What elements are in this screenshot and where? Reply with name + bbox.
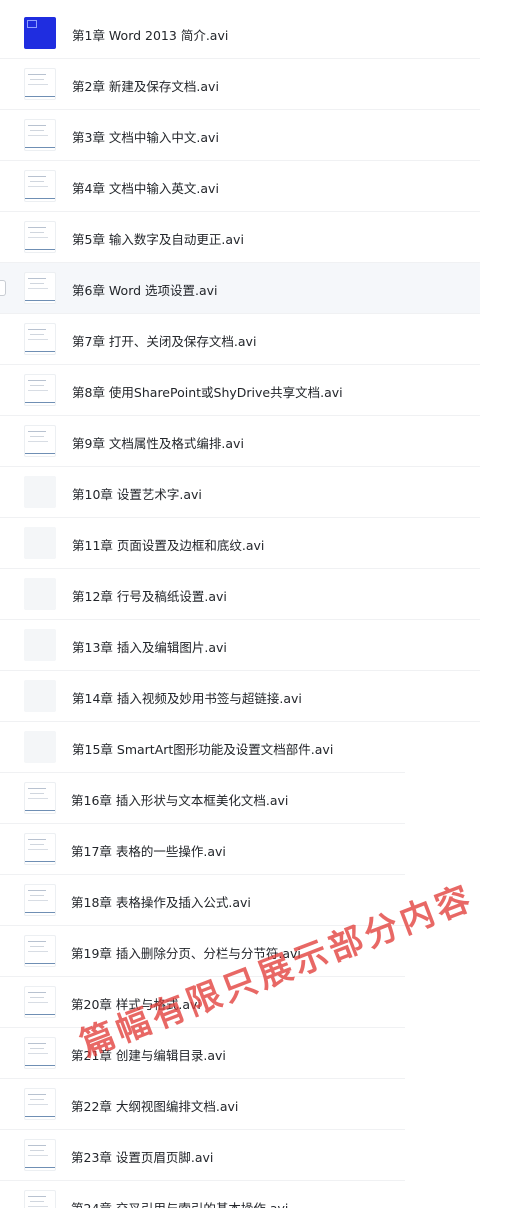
file-name: 第3章 文档中输入中文.avi [72, 130, 219, 145]
file-row[interactable]: 第24章 交叉引用与索引的基本操作.avi [0, 1181, 405, 1208]
file-row[interactable]: 第18章 表格操作及插入公式.avi [0, 875, 405, 926]
file-name: 第19章 插入删除分页、分栏与分节符.avi [71, 946, 301, 961]
file-name: 第16章 插入形状与文本框美化文档.avi [71, 793, 289, 808]
file-row[interactable]: 第2章 新建及保存文档.avi [0, 59, 480, 110]
file-name: 第9章 文档属性及格式编排.avi [72, 436, 244, 451]
video-thumbnail [24, 272, 56, 304]
file-name: 第17章 表格的一些操作.avi [71, 844, 226, 859]
video-thumbnail [24, 17, 56, 49]
file-name: 第4章 文档中输入英文.avi [72, 181, 219, 196]
file-row[interactable]: 第16章 插入形状与文本框美化文档.avi [0, 773, 405, 824]
file-row[interactable]: 第17章 表格的一些操作.avi [0, 824, 405, 875]
video-thumbnail [24, 578, 56, 610]
file-name: 第14章 插入视频及妙用书签与超链接.avi [72, 691, 302, 706]
video-thumbnail [24, 170, 56, 202]
video-thumbnail [24, 782, 56, 814]
file-name: 第5章 输入数字及自动更正.avi [72, 232, 244, 247]
file-row[interactable]: 第23章 设置页眉页脚.avi [0, 1130, 405, 1181]
file-name: 第24章 交叉引用与索引的基本操作.avi [71, 1198, 288, 1208]
video-thumbnail [24, 374, 56, 406]
file-name: 第8章 使用SharePoint或ShyDrive共享文档.avi [72, 385, 343, 400]
file-name: 第2章 新建及保存文档.avi [72, 79, 219, 94]
file-row[interactable]: 第15章 SmartArt图形功能及设置文档部件.avi [0, 722, 405, 773]
file-name: 第18章 表格操作及插入公式.avi [71, 895, 251, 910]
file-row[interactable]: 第22章 大纲视图编排文档.avi [0, 1079, 405, 1130]
file-row[interactable]: 第4章 文档中输入英文.avi [0, 161, 480, 212]
row-select-handle[interactable] [0, 280, 6, 296]
video-thumbnail [24, 833, 56, 865]
file-row[interactable]: 第3章 文档中输入中文.avi [0, 110, 480, 161]
file-list: 第1章 Word 2013 简介.avi 第2章 新建及保存文档.avi 第3章 文… [0, 0, 508, 1208]
file-name: 第11章 页面设置及边框和底纹.avi [72, 538, 265, 553]
video-thumbnail [24, 935, 56, 967]
video-thumbnail [24, 221, 56, 253]
video-thumbnail [24, 884, 56, 916]
video-thumbnail [24, 323, 56, 355]
file-name: 第20章 样式与格式.avi [71, 997, 201, 1012]
file-row[interactable]: 第5章 输入数字及自动更正.avi [0, 212, 480, 263]
video-thumbnail [24, 1190, 56, 1208]
file-row[interactable]: 第7章 打开、关闭及保存文档.avi [0, 314, 480, 365]
file-name: 第10章 设置艺术字.avi [72, 487, 202, 502]
file-name: 第6章 Word 选项设置.avi [72, 283, 218, 298]
video-thumbnail [24, 680, 56, 712]
video-thumbnail [24, 68, 56, 100]
file-row[interactable]: 第1章 Word 2013 简介.avi [0, 8, 480, 59]
video-thumbnail [24, 629, 56, 661]
video-thumbnail [24, 731, 56, 763]
file-name: 第21章 创建与编辑目录.avi [71, 1048, 226, 1063]
video-thumbnail [24, 425, 56, 457]
video-thumbnail [24, 986, 56, 1018]
file-row[interactable]: 第12章 行号及稿纸设置.avi [0, 569, 480, 620]
file-name: 第1章 Word 2013 简介.avi [72, 28, 229, 43]
file-row[interactable]: 第10章 设置艺术字.avi [0, 467, 480, 518]
file-name: 第12章 行号及稿纸设置.avi [72, 589, 227, 604]
file-row[interactable]: 第14章 插入视频及妙用书签与超链接.avi [0, 671, 480, 722]
video-thumbnail [24, 527, 56, 559]
file-name: 第22章 大纲视图编排文档.avi [71, 1099, 239, 1114]
video-thumbnail [24, 119, 56, 151]
video-thumbnail [24, 1088, 56, 1120]
file-row[interactable]: 第20章 样式与格式.avi [0, 977, 405, 1028]
file-row[interactable]: 第11章 页面设置及边框和底纹.avi [0, 518, 480, 569]
file-row[interactable]: 第6章 Word 选项设置.avi [0, 263, 480, 314]
file-row[interactable]: 第19章 插入删除分页、分栏与分节符.avi [0, 926, 405, 977]
file-name: 第7章 打开、关闭及保存文档.avi [72, 334, 257, 349]
video-thumbnail [24, 1037, 56, 1069]
file-row[interactable]: 第9章 文档属性及格式编排.avi [0, 416, 480, 467]
file-name: 第13章 插入及编辑图片.avi [72, 640, 227, 655]
file-name: 第15章 SmartArt图形功能及设置文档部件.avi [72, 742, 334, 757]
video-thumbnail [24, 476, 56, 508]
file-row[interactable]: 第13章 插入及编辑图片.avi [0, 620, 480, 671]
file-name: 第23章 设置页眉页脚.avi [71, 1150, 214, 1165]
file-row[interactable]: 第21章 创建与编辑目录.avi [0, 1028, 405, 1079]
file-row[interactable]: 第8章 使用SharePoint或ShyDrive共享文档.avi [0, 365, 480, 416]
video-thumbnail [24, 1139, 56, 1171]
